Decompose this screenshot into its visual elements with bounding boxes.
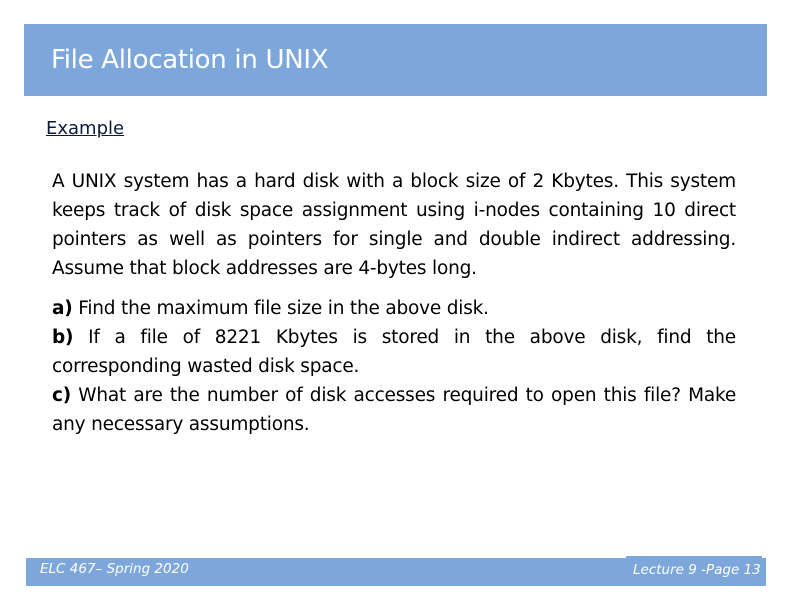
question-label: c)	[52, 385, 72, 406]
question-c: c) What are the number of disk accesses …	[52, 381, 736, 439]
slide-title: File Allocation in UNIX	[51, 45, 329, 75]
footer-page-number: Lecture 9 -Page 13	[633, 562, 761, 578]
question-a: a) Find the maximum file size in the abo…	[52, 294, 736, 323]
problem-statement: A UNIX system has a hard disk with a blo…	[52, 171, 736, 279]
question-text: What are the number of disk accesses req…	[52, 385, 736, 435]
slide-header: File Allocation in UNIX	[24, 24, 767, 96]
question-text: If a file of 8221 Kbytes is stored in th…	[52, 327, 736, 377]
question-label: b)	[52, 327, 74, 348]
question-text: Find the maximum file size in the above …	[72, 298, 489, 319]
question-label: a)	[52, 298, 73, 319]
question-b: b) If a file of 8221 Kbytes is stored in…	[52, 323, 736, 381]
example-heading: Example	[46, 118, 125, 139]
questions-list: a) Find the maximum file size in the abo…	[52, 294, 736, 439]
footer-course: ELC 467– Spring 2020	[40, 561, 189, 577]
